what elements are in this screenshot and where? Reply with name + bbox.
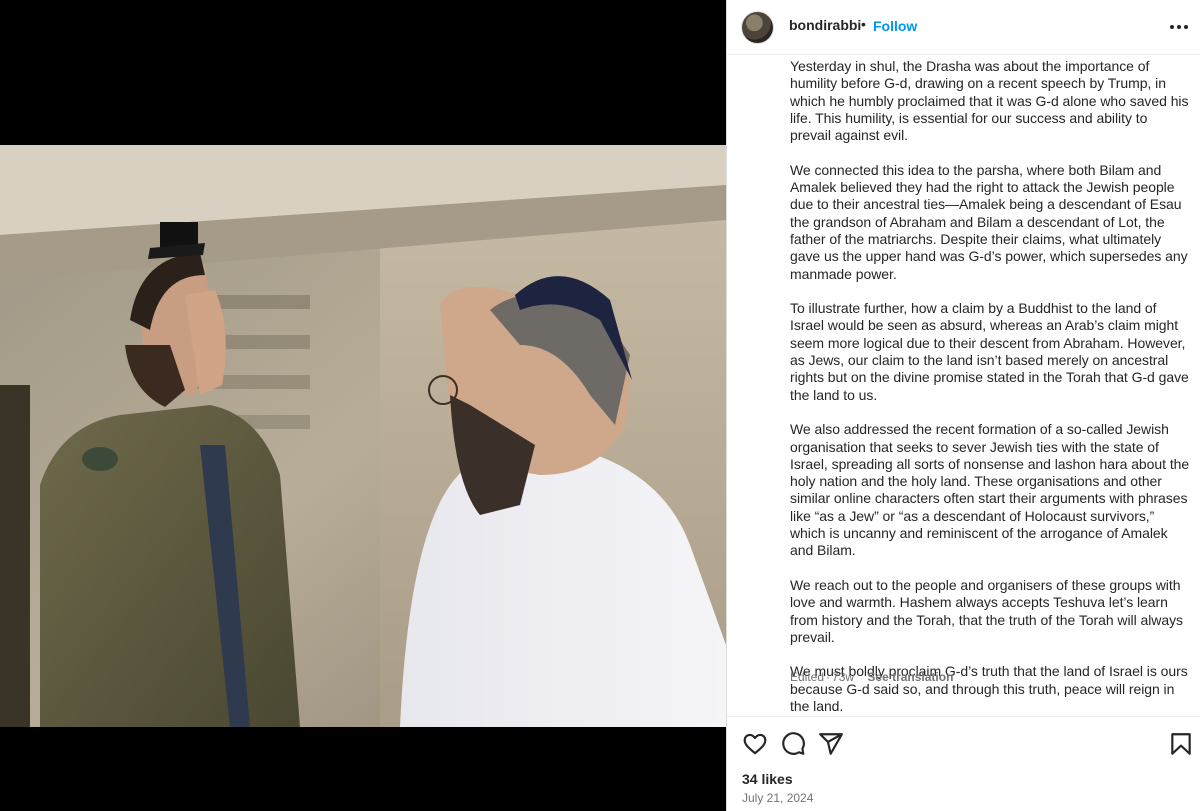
post-header: bondirabbi • Follow [727, 0, 1200, 55]
see-translation-link[interactable]: See translation [867, 670, 953, 684]
caption-meta: Edited · 73w See translation [790, 670, 953, 684]
avatar[interactable] [742, 12, 773, 43]
likes-count[interactable]: 34 likes [742, 771, 793, 787]
post-sidebar: bondirabbi • Follow Yesterday in shul, t… [726, 0, 1200, 811]
comment-icon[interactable] [780, 731, 806, 757]
more-horizontal-icon[interactable] [1168, 16, 1190, 38]
post-caption: Yesterday in shul, the Drasha was about … [790, 58, 1190, 733]
instagram-post: bondirabbi • Follow Yesterday in shul, t… [0, 0, 1200, 811]
username-link[interactable]: bondirabbi [789, 17, 861, 33]
post-photo [0, 145, 726, 727]
caption-paragraph: Yesterday in shul, the Drasha was about … [790, 58, 1189, 144]
caption-paragraph: We reach out to the people and organiser… [790, 576, 1184, 645]
header-separator: • [861, 16, 866, 32]
heart-icon[interactable] [742, 731, 768, 757]
post-age[interactable]: 73w [832, 670, 854, 684]
meta-separator: · [826, 670, 831, 684]
post-media[interactable] [0, 0, 726, 811]
share-icon[interactable] [818, 731, 844, 757]
edited-label: Edited [790, 670, 825, 684]
caption-paragraph: We also addressed the recent formation o… [790, 421, 1190, 559]
divider [727, 716, 1200, 717]
bookmark-icon[interactable] [1168, 731, 1194, 757]
caption-paragraph: We connected this idea to the parsha, wh… [790, 161, 1188, 282]
post-date: July 21, 2024 [742, 791, 814, 805]
follow-button[interactable]: Follow [873, 18, 917, 34]
caption-paragraph: To illustrate further, how a claim by a … [790, 300, 1189, 403]
